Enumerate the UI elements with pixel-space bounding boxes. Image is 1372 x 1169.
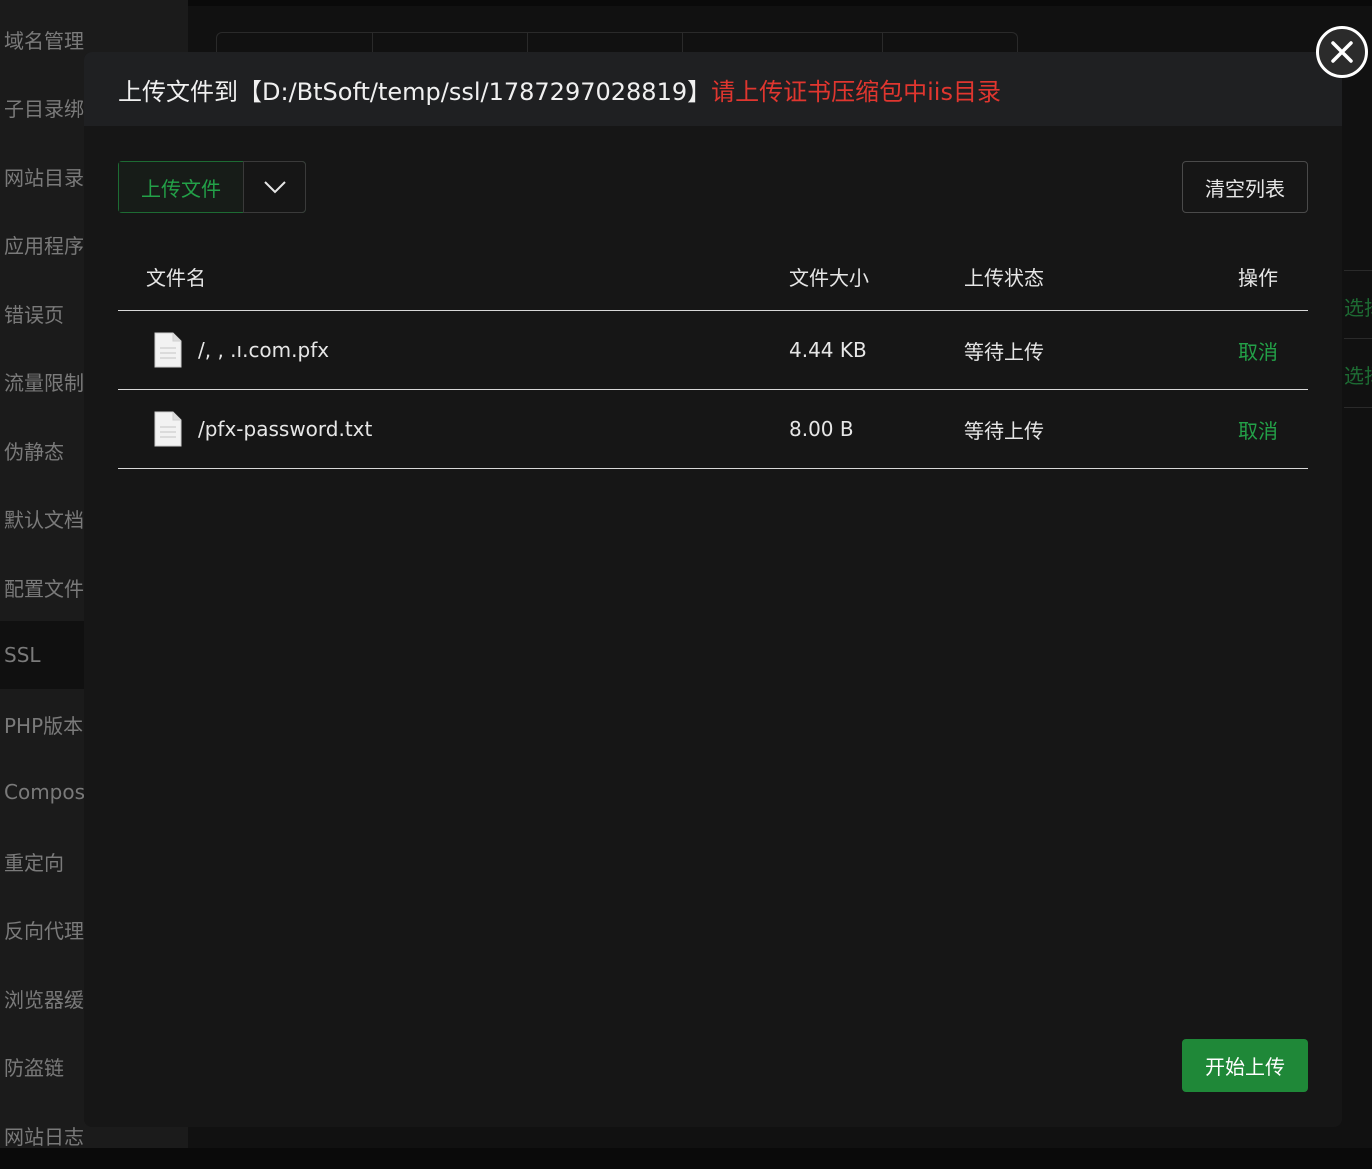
upload-dialog: 上传文件到【D:/BtSoft/temp/ssl/1787297028819】请… [84, 52, 1342, 1127]
file-table: 文件名 文件大小 上传状态 操作 /, , .ı.com.pfx 4.44 KB… [118, 242, 1308, 469]
table-row: /, , .ı.com.pfx 4.44 KB 等待上传 取消 [118, 311, 1308, 390]
dialog-header: 上传文件到【D:/BtSoft/temp/ssl/1787297028819】请… [84, 52, 1342, 126]
chevron-down-icon [263, 181, 286, 194]
close-icon [1331, 41, 1353, 63]
background-divider [1344, 270, 1372, 271]
background-divider [1344, 407, 1372, 408]
file-name: /, , .ı.com.pfx [198, 338, 330, 362]
sidebar-item-label: 网站目录 [4, 165, 84, 190]
sidebar-item-label: 伪静态 [4, 439, 64, 464]
file-icon [154, 411, 182, 447]
clear-list-button[interactable]: 清空列表 [1182, 161, 1308, 213]
cancel-link[interactable]: 取消 [1238, 390, 1278, 468]
sidebar-item-label: 默认文档 [4, 507, 84, 532]
sidebar-item-label: 重定向 [4, 850, 64, 875]
upload-file-button[interactable]: 上传文件 [119, 162, 243, 212]
sidebar-item-label: 浏览器缓 [4, 987, 84, 1012]
upload-dropdown-button[interactable] [243, 161, 306, 213]
sidebar-item-label: 子目录绑 [4, 96, 84, 121]
sidebar-item-label: 网站日志 [4, 1124, 84, 1149]
table-header: 文件名 文件大小 上传状态 操作 [118, 242, 1308, 311]
upload-button-group: 上传文件 [118, 161, 306, 213]
sidebar-item-label: PHP版本 [4, 713, 84, 738]
column-header-name: 文件名 [146, 265, 206, 290]
dialog-title: 上传文件到【D:/BtSoft/temp/ssl/1787297028819】 [118, 77, 712, 106]
sidebar-item-label: 反向代理 [4, 918, 84, 943]
column-header-operation: 操作 [1238, 265, 1278, 290]
sidebar-item-label: 防盗链 [4, 1055, 64, 1080]
file-size: 8.00 B [789, 417, 854, 441]
dialog-hint: 请上传证书压缩包中iis目录 [711, 77, 1001, 106]
start-upload-button[interactable]: 开始上传 [1182, 1039, 1308, 1092]
close-button[interactable] [1316, 26, 1368, 78]
table-row: /pfx-password.txt 8.00 B 等待上传 取消 [118, 390, 1308, 469]
sidebar-item-label: 流量限制 [4, 370, 84, 395]
file-size: 4.44 KB [789, 338, 867, 362]
sidebar-item-label: 错误页 [4, 302, 64, 327]
sidebar-item-label: SSL [4, 643, 41, 667]
upload-status: 等待上传 [964, 418, 1044, 443]
upload-status: 等待上传 [964, 339, 1044, 364]
background-divider [1344, 338, 1372, 339]
sidebar-item-label: 域名管理 [4, 28, 84, 53]
sidebar-item-label: Compos [4, 780, 86, 804]
column-header-status: 上传状态 [964, 265, 1044, 290]
column-header-size: 文件大小 [789, 265, 869, 290]
background-select-link[interactable]: 选择 [1344, 292, 1372, 321]
cancel-link[interactable]: 取消 [1238, 311, 1278, 389]
background-select-link[interactable]: 选择 [1344, 360, 1372, 389]
sidebar-item-label: 应用程序 [4, 233, 84, 258]
sidebar-item-label: 配置文件 [4, 576, 84, 601]
file-icon [154, 332, 182, 368]
file-name: /pfx-password.txt [198, 417, 373, 441]
